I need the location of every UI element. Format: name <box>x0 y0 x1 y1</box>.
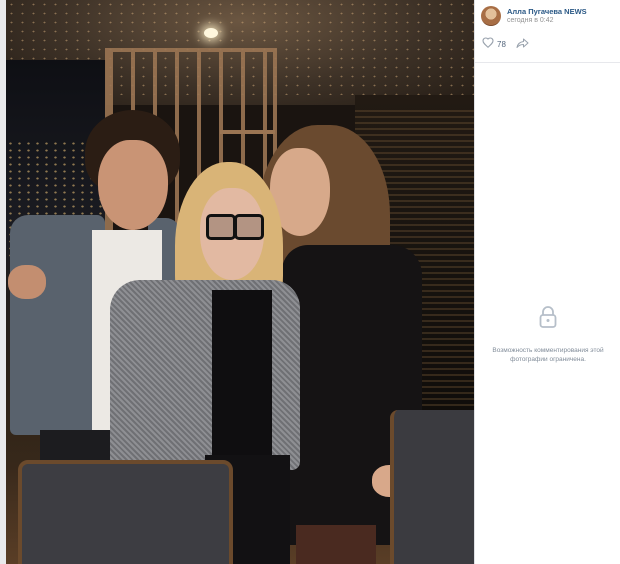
comments-closed-text: Возможность комментирования этой фотогра… <box>475 346 620 364</box>
chair-right <box>390 410 474 564</box>
comments-closed-line1: Возможность комментирования этой <box>492 347 604 354</box>
photo[interactable] <box>0 0 474 564</box>
ceiling-light <box>204 28 218 38</box>
like-button[interactable]: 78 <box>482 35 506 53</box>
heart-icon <box>482 35 494 53</box>
lock-icon <box>538 305 558 334</box>
comments-closed-line2: фотографии ограничена. <box>510 356 586 363</box>
author-name-link[interactable]: Алла Пугачева NEWS <box>507 8 587 16</box>
post-time[interactable]: сегодня в 0:42 <box>507 17 587 24</box>
author-avatar[interactable] <box>481 6 501 26</box>
man-face <box>98 140 168 230</box>
share-button[interactable] <box>516 35 529 53</box>
comments-closed-notice: Возможность комментирования этой фотогра… <box>475 305 620 364</box>
share-arrow-icon <box>516 35 529 53</box>
man-denim-jacket <box>10 215 105 435</box>
chair-left <box>18 460 233 564</box>
glasses-left-lens <box>206 214 236 240</box>
post-actions: 78 <box>475 28 620 52</box>
photo-viewer: Алла Пугачева NEWS сегодня в 0:42 78 Воз… <box>0 0 620 564</box>
glasses-right-lens <box>234 214 264 240</box>
man-hand <box>8 265 46 299</box>
lattice-shelf <box>220 130 275 134</box>
woman-center-black-top <box>212 290 272 460</box>
woman-right-skirt <box>296 525 376 564</box>
like-count: 78 <box>497 39 506 49</box>
post-author: Алла Пугачева NEWS сегодня в 0:42 <box>475 0 620 28</box>
author-info: Алла Пугачева NEWS сегодня в 0:42 <box>507 8 587 25</box>
divider <box>475 62 620 63</box>
side-panel: Алла Пугачева NEWS сегодня в 0:42 78 Воз… <box>474 0 620 564</box>
